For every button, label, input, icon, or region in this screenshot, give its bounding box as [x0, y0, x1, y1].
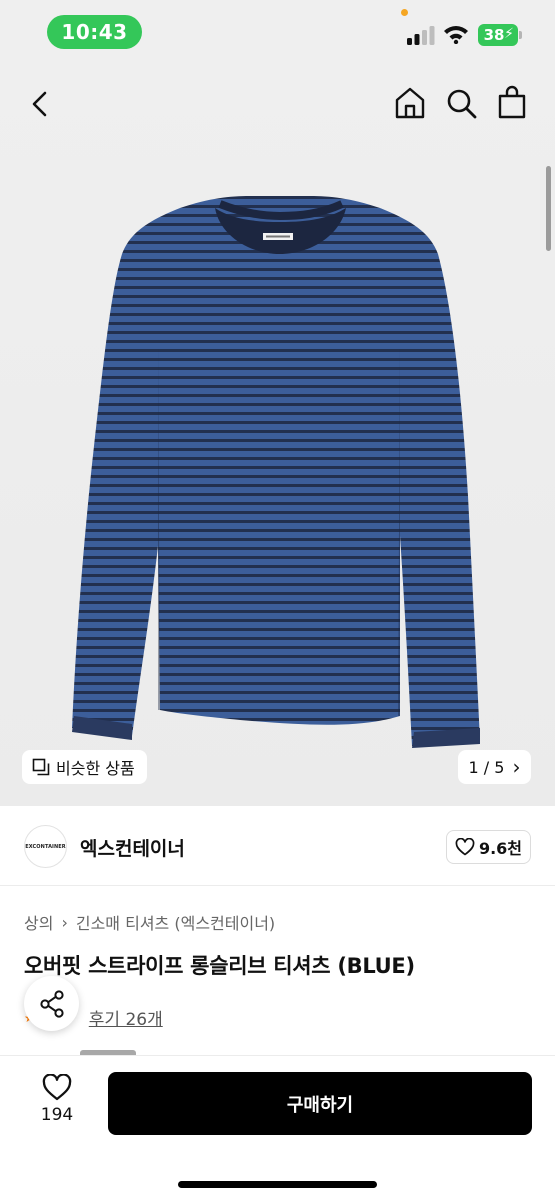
product-image-carousel[interactable]: 비슷한 상품 1 / 5 › — [0, 66, 555, 806]
similar-items-icon — [32, 758, 50, 776]
bottom-action-bar: 194 구매하기 — [0, 1055, 555, 1200]
search-icon[interactable] — [446, 88, 478, 120]
product-photo-striped-longsleeve — [72, 196, 480, 748]
similar-products-button[interactable]: 비슷한 상품 — [22, 750, 147, 784]
chevron-right-icon: › — [61, 912, 68, 932]
brand-like-button[interactable]: 9.6천 — [446, 830, 531, 864]
page-indicator-text: 1 / 5 — [468, 757, 505, 777]
back-icon[interactable] — [28, 90, 52, 118]
brand-logo[interactable]: EXCONTAINER — [24, 825, 67, 868]
wishlist-count: 194 — [40, 1105, 74, 1125]
brand-like-count: 9.6천 — [478, 839, 523, 858]
privacy-indicator-dot — [401, 9, 408, 16]
wifi-icon — [444, 26, 468, 44]
brand-name[interactable]: 엑스컨테이너 — [80, 834, 185, 861]
brand-row[interactable]: EXCONTAINER 엑스컨테이너 9.6천 — [0, 806, 555, 886]
shopping-bag-icon[interactable] — [497, 84, 527, 120]
image-page-indicator[interactable]: 1 / 5 › — [458, 750, 531, 784]
product-title: 오버핏 스트라이프 롱슬리브 티셔츠 (BLUE) — [24, 954, 415, 978]
charging-bolt-icon: ⚡ — [504, 26, 514, 42]
share-button[interactable] — [24, 976, 79, 1031]
battery-level: 38 — [483, 26, 505, 44]
brand-logo-text: EXCONTAINER — [25, 843, 66, 850]
similar-products-label: 비슷한 상품 — [56, 759, 135, 778]
status-time: 10:43 — [47, 15, 142, 49]
heart-icon — [42, 1074, 72, 1101]
status-bar: 10:43 38 ⚡ — [0, 0, 555, 66]
home-icon[interactable] — [394, 86, 426, 120]
wishlist-button[interactable]: 194 — [32, 1074, 82, 1125]
home-indicator[interactable] — [178, 1181, 377, 1188]
cellular-signal-icon — [407, 26, 435, 45]
buy-button[interactable]: 구매하기 — [108, 1072, 532, 1135]
heart-icon — [455, 838, 475, 856]
breadcrumb-subcategory[interactable]: 긴소매 티셔츠 (엑스컨테이너) — [76, 910, 275, 934]
share-icon — [39, 989, 64, 1018]
battery-cap — [519, 31, 522, 39]
review-link[interactable]: 후기 26개 — [89, 1005, 163, 1030]
breadcrumb: 상의 › 긴소매 티셔츠 (엑스컨테이너) — [24, 910, 275, 934]
scroll-indicator — [546, 166, 551, 251]
chevron-right-icon: › — [512, 755, 521, 779]
battery-indicator: 38 ⚡ — [478, 24, 518, 46]
breadcrumb-category[interactable]: 상의 — [24, 910, 53, 934]
